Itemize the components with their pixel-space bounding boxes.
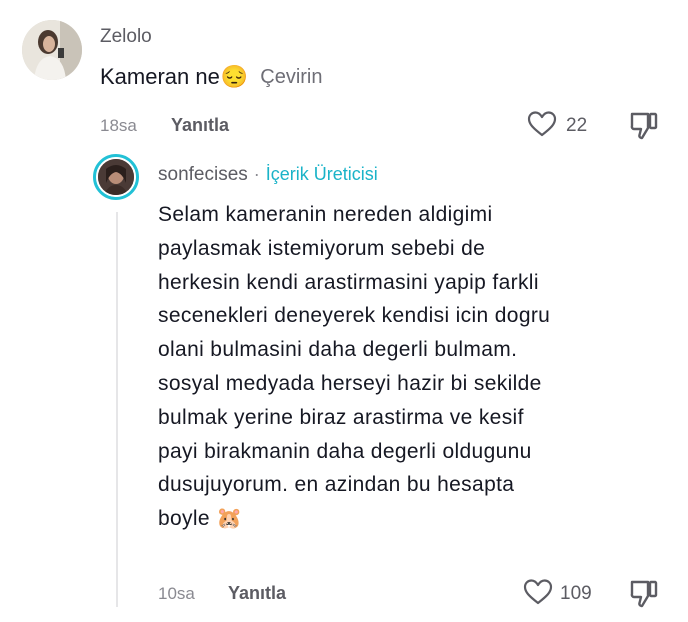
separator-dot: · xyxy=(253,164,260,184)
reply-username[interactable]: sonfecises xyxy=(158,164,248,186)
reply-button[interactable]: Yanıtla xyxy=(171,115,229,136)
heart-outline-icon xyxy=(527,111,557,137)
comment-text-row: Kameran ne 😔 Çevirin xyxy=(100,64,323,90)
reply-dislike-button[interactable] xyxy=(628,578,660,610)
heart-outline-icon xyxy=(523,579,553,605)
reply-timestamp: 10sa xyxy=(158,584,195,603)
commenter-username[interactable]: Zelolo xyxy=(100,26,152,48)
dislike-button[interactable] xyxy=(628,110,660,142)
comment-timestamp: 18sa xyxy=(100,116,137,135)
thumbs-down-icon xyxy=(630,580,658,608)
like-button[interactable] xyxy=(527,110,557,138)
creator-badge: İçerik Üreticisi xyxy=(265,164,378,184)
hamster-emoji: 🐹 xyxy=(216,507,243,531)
avatar-photo xyxy=(22,20,82,80)
thumbs-down-icon xyxy=(630,112,658,140)
reply-reply-button[interactable]: Yanıtla xyxy=(228,583,286,604)
reply-like-button[interactable] xyxy=(523,578,553,606)
reply-text: Selam kameranin nereden aldigimi paylasm… xyxy=(158,203,551,531)
reply-avatar-photo xyxy=(96,157,136,197)
comment-text: Kameran ne xyxy=(100,64,220,89)
reply-like-count: 109 xyxy=(560,583,592,604)
reply-text-block: Selam kameranin nereden aldigimi paylasm… xyxy=(158,198,678,536)
reply-header: sonfecises · İçerik Üreticisi xyxy=(158,164,378,186)
pensive-face-emoji: 😔 xyxy=(220,64,249,89)
thread-line xyxy=(116,212,118,607)
like-count: 22 xyxy=(566,115,588,136)
reply-avatar[interactable] xyxy=(93,154,139,200)
translate-link[interactable]: Çevirin xyxy=(260,66,322,89)
commenter-avatar[interactable] xyxy=(22,20,82,80)
